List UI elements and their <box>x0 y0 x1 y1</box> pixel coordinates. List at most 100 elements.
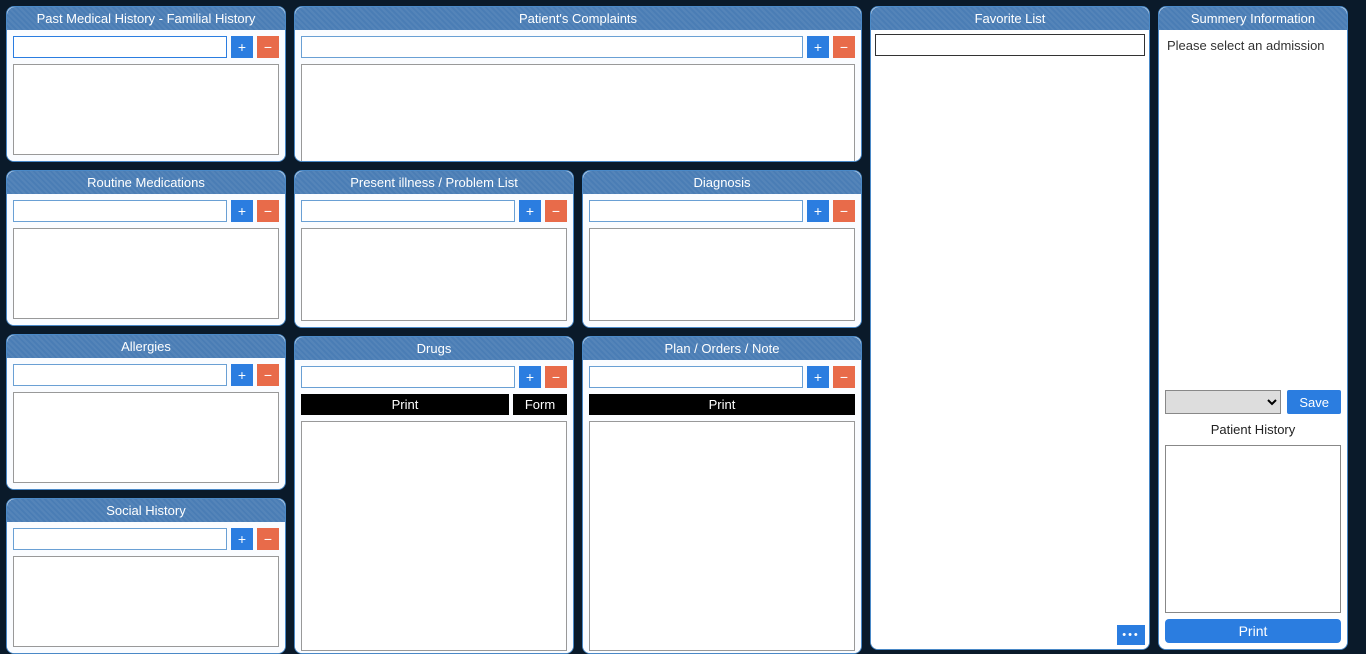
complaints-remove-button[interactable]: − <box>833 36 855 58</box>
panel-header-diagnosis: Diagnosis <box>583 171 861 194</box>
drugs-remove-button[interactable]: − <box>545 366 567 388</box>
routine-input[interactable] <box>13 200 227 222</box>
panel-body-allergies: + − <box>7 358 285 489</box>
drugs-input-row: + − <box>301 366 567 388</box>
drugs-input[interactable] <box>301 366 515 388</box>
plan-add-button[interactable]: + <box>807 366 829 388</box>
panel-body-drugs: + − Print Form <box>295 360 573 654</box>
favorite-list-area[interactable] <box>875 56 1145 645</box>
allergies-input[interactable] <box>13 364 227 386</box>
present-input[interactable] <box>301 200 515 222</box>
favorite-more-button[interactable]: ••• <box>1117 625 1145 645</box>
row-present-diagnosis: Present illness / Problem List + − Diagn… <box>294 170 862 328</box>
panel-present-illness: Present illness / Problem List + − <box>294 170 574 328</box>
column-3: Favorite List ••• <box>870 6 1150 654</box>
diagnosis-listbox[interactable] <box>589 228 855 321</box>
pmh-input[interactable] <box>13 36 227 58</box>
panel-allergies: Allergies + − <box>6 334 286 490</box>
column-1: Past Medical History - Familial History … <box>6 6 286 654</box>
present-remove-button[interactable]: − <box>545 200 567 222</box>
allergies-add-button[interactable]: + <box>231 364 253 386</box>
routine-listbox[interactable] <box>13 228 279 319</box>
panel-header-summary: Summery Information <box>1159 7 1347 30</box>
social-input[interactable] <box>13 528 227 550</box>
panel-body-plan: + − Print <box>583 360 861 654</box>
diagnosis-input-row: + − <box>589 200 855 222</box>
panel-diagnosis: Diagnosis + − <box>582 170 862 328</box>
admission-select[interactable] <box>1165 390 1281 414</box>
panel-header-drugs: Drugs <box>295 337 573 360</box>
panel-plan-orders-note: Plan / Orders / Note + − Print <box>582 336 862 654</box>
routine-remove-button[interactable]: − <box>257 200 279 222</box>
panel-body-present: + − <box>295 194 573 327</box>
social-remove-button[interactable]: − <box>257 528 279 550</box>
drugs-print-button[interactable]: Print <box>301 394 509 415</box>
pmh-listbox[interactable] <box>13 64 279 155</box>
panel-header-complaints: Patient's Complaints <box>295 7 861 30</box>
plan-remove-button[interactable]: − <box>833 366 855 388</box>
present-input-row: + − <box>301 200 567 222</box>
panel-header-allergies: Allergies <box>7 335 285 358</box>
row-drugs-plan: Drugs + − Print Form Plan / Orders / Not… <box>294 336 862 654</box>
complaints-input-row: + − <box>301 36 855 58</box>
routine-add-button[interactable]: + <box>231 200 253 222</box>
plan-listbox[interactable] <box>589 421 855 651</box>
panel-header-present: Present illness / Problem List <box>295 171 573 194</box>
patient-history-label: Patient History <box>1165 420 1341 439</box>
panel-body-favorite: ••• <box>871 30 1149 649</box>
patient-history-box[interactable] <box>1165 445 1341 613</box>
drugs-add-button[interactable]: + <box>519 366 541 388</box>
diagnosis-input[interactable] <box>589 200 803 222</box>
panel-past-medical-history: Past Medical History - Familial History … <box>6 6 286 162</box>
allergies-input-row: + − <box>13 364 279 386</box>
panel-body-complaints: + − <box>295 30 861 162</box>
app-root: Past Medical History - Familial History … <box>0 0 1366 654</box>
panel-header-social: Social History <box>7 499 285 522</box>
favorite-input[interactable] <box>875 34 1145 56</box>
drugs-subheader-row: Print Form <box>301 394 567 415</box>
column-2: Patient's Complaints + − Present illness… <box>294 6 862 654</box>
pmh-input-row: + − <box>13 36 279 58</box>
plan-subheader-row: Print <box>589 394 855 415</box>
save-button[interactable]: Save <box>1287 390 1341 414</box>
panel-body-routine: + − <box>7 194 285 325</box>
panel-header-routine: Routine Medications <box>7 171 285 194</box>
social-add-button[interactable]: + <box>231 528 253 550</box>
complaints-add-button[interactable]: + <box>807 36 829 58</box>
panel-favorite-list: Favorite List ••• <box>870 6 1150 650</box>
panel-body-pmh: + − <box>7 30 285 161</box>
diagnosis-add-button[interactable]: + <box>807 200 829 222</box>
plan-input[interactable] <box>589 366 803 388</box>
complaints-listbox[interactable] <box>301 64 855 162</box>
drugs-listbox[interactable] <box>301 421 567 651</box>
print-button[interactable]: Print <box>1165 619 1341 643</box>
panel-body-summary: Please select an admission Save Patient … <box>1159 30 1347 649</box>
drugs-form-button[interactable]: Form <box>513 394 567 415</box>
panel-header-favorite: Favorite List <box>871 7 1149 30</box>
complaints-input[interactable] <box>301 36 803 58</box>
plan-print-button[interactable]: Print <box>589 394 855 415</box>
pmh-remove-button[interactable]: − <box>257 36 279 58</box>
summary-spacer <box>1165 59 1341 384</box>
social-input-row: + − <box>13 528 279 550</box>
panel-body-social: + − <box>7 522 285 653</box>
panel-patient-complaints: Patient's Complaints + − <box>294 6 862 162</box>
panel-summary-information: Summery Information Please select an adm… <box>1158 6 1348 650</box>
present-add-button[interactable]: + <box>519 200 541 222</box>
panel-header-pmh: Past Medical History - Familial History <box>7 7 285 30</box>
panel-body-diagnosis: + − <box>583 194 861 327</box>
panel-drugs: Drugs + − Print Form <box>294 336 574 654</box>
routine-input-row: + − <box>13 200 279 222</box>
social-listbox[interactable] <box>13 556 279 647</box>
summary-message: Please select an admission <box>1165 36 1341 53</box>
allergies-listbox[interactable] <box>13 392 279 483</box>
admission-select-row: Save <box>1165 390 1341 414</box>
plan-input-row: + − <box>589 366 855 388</box>
present-listbox[interactable] <box>301 228 567 321</box>
allergies-remove-button[interactable]: − <box>257 364 279 386</box>
diagnosis-remove-button[interactable]: − <box>833 200 855 222</box>
pmh-add-button[interactable]: + <box>231 36 253 58</box>
panel-header-plan: Plan / Orders / Note <box>583 337 861 360</box>
column-4: Summery Information Please select an adm… <box>1158 6 1348 654</box>
panel-social-history: Social History + − <box>6 498 286 654</box>
